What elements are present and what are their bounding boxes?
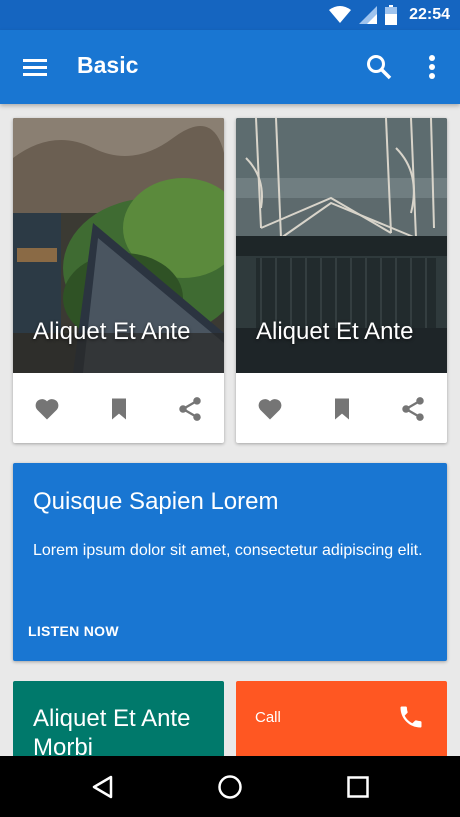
app-bar: Basic [0, 30, 460, 104]
search-icon [367, 55, 392, 80]
bookmark-icon[interactable] [105, 395, 133, 423]
share-icon[interactable] [399, 395, 427, 423]
feature-card-heading: Quisque Sapien Lorem [33, 488, 279, 515]
feature-card-body: Lorem ipsum dolor sit amet, consectetur … [33, 542, 423, 559]
bookmark-icon[interactable] [328, 395, 356, 423]
card-title: Aliquet Et Ante [33, 318, 191, 345]
call-label: Call [255, 709, 281, 726]
menu-icon [23, 59, 47, 76]
card-actions [236, 373, 447, 443]
image-card[interactable]: Aliquet Et Ante [236, 118, 447, 443]
battery-icon [385, 5, 398, 25]
card-title: Aliquet Et Ante [256, 318, 414, 345]
status-bar: 22:54 [0, 0, 460, 30]
feature-card: Quisque Sapien Lorem Lorem ipsum dolor s… [13, 463, 447, 661]
wifi-icon [329, 6, 352, 24]
more-options-button[interactable] [420, 52, 444, 82]
search-button[interactable] [364, 52, 394, 82]
image-card[interactable]: Aliquet Et Ante [13, 118, 224, 443]
recents-icon[interactable] [345, 774, 371, 800]
favorite-icon[interactable] [256, 395, 284, 423]
share-icon[interactable] [176, 395, 204, 423]
favorite-icon[interactable] [33, 395, 61, 423]
status-icons: 22:54 [329, 4, 450, 26]
back-icon[interactable] [90, 774, 116, 800]
menu-button[interactable] [20, 53, 50, 83]
home-icon[interactable] [217, 774, 243, 800]
signal-icon [359, 6, 378, 24]
navigation-bar [0, 756, 460, 817]
more-vert-icon [429, 55, 435, 79]
listen-now-button[interactable]: LISTEN NOW [28, 623, 119, 639]
page-title: Basic [77, 52, 139, 78]
green-card-text: Aliquet Et Ante Morbi [33, 705, 191, 761]
phone-icon [400, 706, 422, 728]
clock: 22:54 [409, 6, 450, 23]
card-actions [13, 373, 224, 443]
